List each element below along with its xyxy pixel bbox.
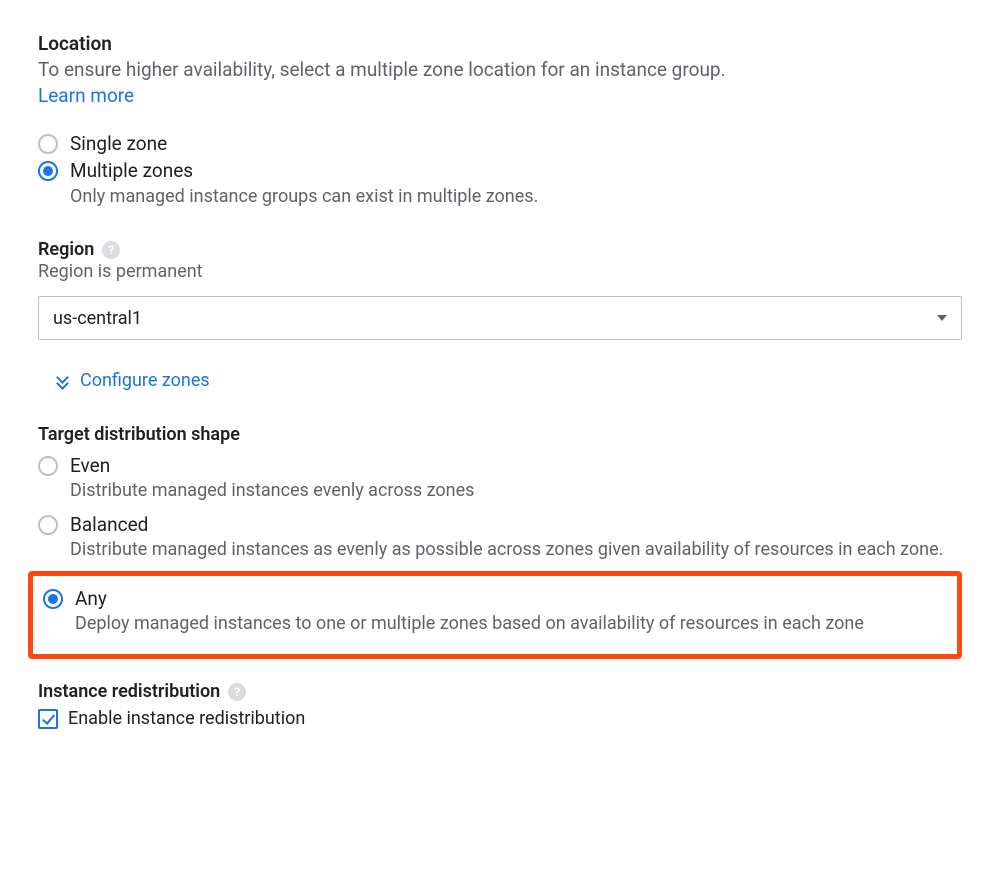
region-title: Region ? [38,239,120,260]
radio-multiple-zones[interactable] [38,161,58,181]
tds-title: Target distribution shape [38,424,240,445]
highlighted-any-option: Any Deploy managed instances to one or m… [28,571,962,660]
region-select-value: us-central1 [53,308,142,329]
region-section: Region ? Region is permanent us-central1… [38,239,962,394]
location-title: Location [38,32,962,55]
region-title-text: Region [38,239,94,260]
radio-even-sublabel: Distribute managed instances evenly acro… [70,479,962,503]
radio-multiple-zones-label: Multiple zones [70,158,962,184]
chevrons-down-icon [56,373,70,389]
location-description: To ensure higher availability, select a … [38,57,962,84]
target-distribution-section: Target distribution shape Even Distribut… [38,424,962,660]
configure-zones-link[interactable]: Configure zones [56,370,210,391]
location-radio-group: Single zone Multiple zones Only managed … [38,131,962,210]
redistribution-title-text: Instance redistribution [38,681,220,702]
radio-multiple-zones-sublabel: Only managed instance groups can exist i… [70,185,962,209]
radio-single-zone-label: Single zone [70,131,962,157]
radio-balanced-label: Balanced [70,512,962,538]
instance-redistribution-section: Instance redistribution ? Enable instanc… [38,681,962,729]
enable-redistribution-checkbox[interactable] [38,709,58,729]
radio-multiple-zones-row: Multiple zones Only managed instance gro… [38,158,962,209]
enable-redistribution-row: Enable instance redistribution [38,708,962,729]
radio-any[interactable] [43,589,63,609]
radio-any-label: Any [75,586,957,612]
enable-redistribution-label: Enable instance redistribution [68,708,305,729]
location-section: Location To ensure higher availability, … [38,32,962,209]
help-icon[interactable]: ? [228,683,246,701]
caret-down-icon [937,315,947,321]
configure-zones-label: Configure zones [80,370,210,391]
region-description: Region is permanent [38,261,962,282]
redistribution-title: Instance redistribution ? [38,681,246,702]
radio-single-zone-row: Single zone [38,131,962,157]
radio-single-zone[interactable] [38,134,58,154]
region-select[interactable]: us-central1 [38,296,962,340]
radio-any-sublabel: Deploy managed instances to one or multi… [75,612,957,636]
radio-even-row: Even Distribute managed instances evenly… [38,453,962,504]
radio-balanced[interactable] [38,515,58,535]
help-icon[interactable]: ? [102,241,120,259]
radio-even-label: Even [70,453,962,479]
radio-balanced-sublabel: Distribute managed instances as evenly a… [70,538,962,562]
tds-radio-group: Even Distribute managed instances evenly… [38,453,962,660]
learn-more-link[interactable]: Learn more [38,84,134,107]
radio-balanced-row: Balanced Distribute managed instances as… [38,512,962,563]
radio-even[interactable] [38,456,58,476]
radio-any-row: Any Deploy managed instances to one or m… [43,586,957,637]
